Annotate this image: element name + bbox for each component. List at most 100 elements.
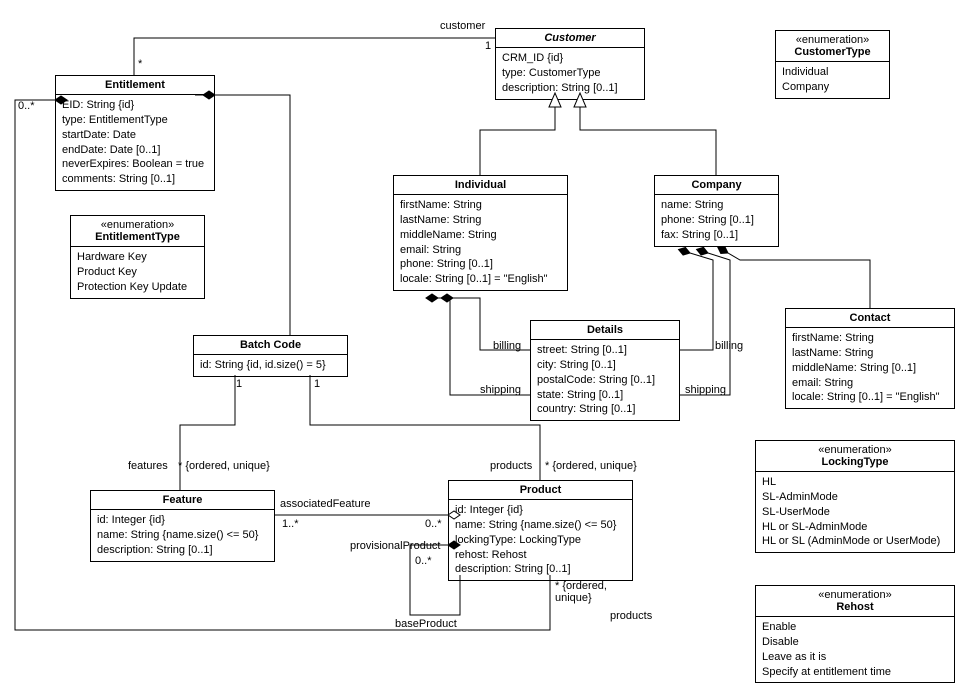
label-batch-1b: 1 [314,378,320,390]
literal: SL-UserMode [762,505,948,520]
enum-literals: Hardware Key Product Key Protection Key … [71,247,204,298]
class-attributes: firstName: String lastName: String middl… [394,195,567,290]
class-title: Batch Code [240,339,301,351]
attr: id: Integer {id} [97,513,268,528]
class-title: Customer [544,32,595,44]
class-attributes: name: String phone: String [0..1] fax: S… [655,195,778,246]
attr: city: String [0..1] [537,358,673,373]
literal: SL-AdminMode [762,490,948,505]
stereotype: «enumeration» [762,444,948,456]
class-title: Contact [850,312,891,324]
attr: postalCode: String [0..1] [537,373,673,388]
attr: name: String [661,198,772,213]
class-entitlement: Entitlement EID: String {id} type: Entit… [55,75,215,191]
class-details: Details street: String [0..1] city: Stri… [530,320,680,421]
attr: description: String [0..1] [502,81,638,96]
attr: id: String {id, id.size() = 5} [200,358,341,373]
label-shipping-2: shipping [685,384,726,396]
label-customer-mult-star: * [138,58,142,70]
stereotype: «enumeration» [762,589,948,601]
attr: rehost: Rehost [455,548,626,563]
attr: email: String [400,243,561,258]
class-attributes: id: Integer {id} name: String {name.size… [449,500,632,580]
literal: HL or SL-AdminMode [762,520,948,535]
class-title: EntitlementType [95,231,180,243]
class-attributes: CRM_ID {id} type: CustomerType descripti… [496,48,644,99]
attr: startDate: Date [62,128,208,143]
attr: name: String {name.size() <= 50} [455,518,626,533]
enum-literals: Enable Disable Leave as it is Specify at… [756,617,954,682]
literal: Product Key [77,265,198,280]
class-contact: Contact firstName: String lastName: Stri… [785,308,955,409]
enum-entitlement-type: «enumeration»EntitlementType Hardware Ke… [70,215,205,299]
class-individual: Individual firstName: String lastName: S… [393,175,568,291]
class-attributes: id: String {id, id.size() = 5} [194,355,347,376]
label-customer-role: customer [440,20,485,32]
literal: HL [762,475,948,490]
literal: Leave as it is [762,650,948,665]
label-base-product: baseProduct [395,618,457,630]
attr: middleName: String [0..1] [792,361,948,376]
label-assoc-feature-star: 0..* [425,518,442,530]
label-assoc-feature-mult: 1..* [282,518,299,530]
class-title: Details [587,324,623,336]
label-products-role-2: products [610,610,652,622]
literal: Specify at entitlement time [762,665,948,680]
class-attributes: firstName: String lastName: String middl… [786,328,954,408]
class-batch-code: Batch Code id: String {id, id.size() = 5… [193,335,348,377]
label-products-mult-2: * {ordered, unique} [555,580,607,604]
attr: firstName: String [792,331,948,346]
attr: description: String [0..1] [455,562,626,577]
attr: neverExpires: Boolean = true [62,157,208,172]
label-provisional-mult: 0..* [415,555,432,567]
attr: type: CustomerType [502,66,638,81]
label-billing-1: billing [493,340,521,352]
literal: Hardware Key [77,250,198,265]
label-batch-1a: 1 [236,378,242,390]
label-provisional-product: provisionalProduct [350,540,441,552]
label-shipping-1: shipping [480,384,521,396]
enum-literals: Individual Company [776,62,889,98]
label-ent-products-mult: 0..* [18,100,35,112]
class-title: Entitlement [105,79,165,91]
literal: Enable [762,620,948,635]
literal: HL or SL (AdminMode or UserMode) [762,534,948,549]
enum-locking-type: «enumeration»LockingType HL SL-AdminMode… [755,440,955,553]
attr: endDate: Date [0..1] [62,143,208,158]
class-feature: Feature id: Integer {id} name: String {n… [90,490,275,562]
attr: locale: String [0..1] = "English" [792,390,948,405]
attr: description: String [0..1] [97,543,268,558]
literal: Protection Key Update [77,280,198,295]
label-features-role: features [128,460,168,472]
class-product: Product id: Integer {id} name: String {n… [448,480,633,581]
literal: Individual [782,65,883,80]
attr: phone: String [0..1] [400,257,561,272]
attr: type: EntitlementType [62,113,208,128]
literal: Disable [762,635,948,650]
class-title: Feature [163,494,203,506]
attr: comments: String [0..1] [62,172,208,187]
attr: fax: String [0..1] [661,228,772,243]
label-customer-mult-1: 1 [485,40,491,52]
class-title: Individual [455,179,506,191]
class-customer: Customer CRM_ID {id} type: CustomerType … [495,28,645,100]
attr: lastName: String [792,346,948,361]
attr: firstName: String [400,198,561,213]
attr: CRM_ID {id} [502,51,638,66]
attr: lastName: String [400,213,561,228]
enum-rehost: «enumeration»Rehost Enable Disable Leave… [755,585,955,683]
literal: Company [782,80,883,95]
label-billing-2: billing [715,340,743,352]
attr: id: Integer {id} [455,503,626,518]
class-company: Company name: String phone: String [0..1… [654,175,779,247]
class-attributes: EID: String {id} type: EntitlementType s… [56,95,214,190]
stereotype: «enumeration» [782,34,883,46]
attr: name: String {name.size() <= 50} [97,528,268,543]
label-products-role: products [490,460,532,472]
attr: country: String [0..1] [537,402,673,417]
class-title: LockingType [821,456,888,468]
attr: locale: String [0..1] = "English" [400,272,561,287]
attr: phone: String [0..1] [661,213,772,228]
stereotype: «enumeration» [77,219,198,231]
class-title: Product [520,484,562,496]
